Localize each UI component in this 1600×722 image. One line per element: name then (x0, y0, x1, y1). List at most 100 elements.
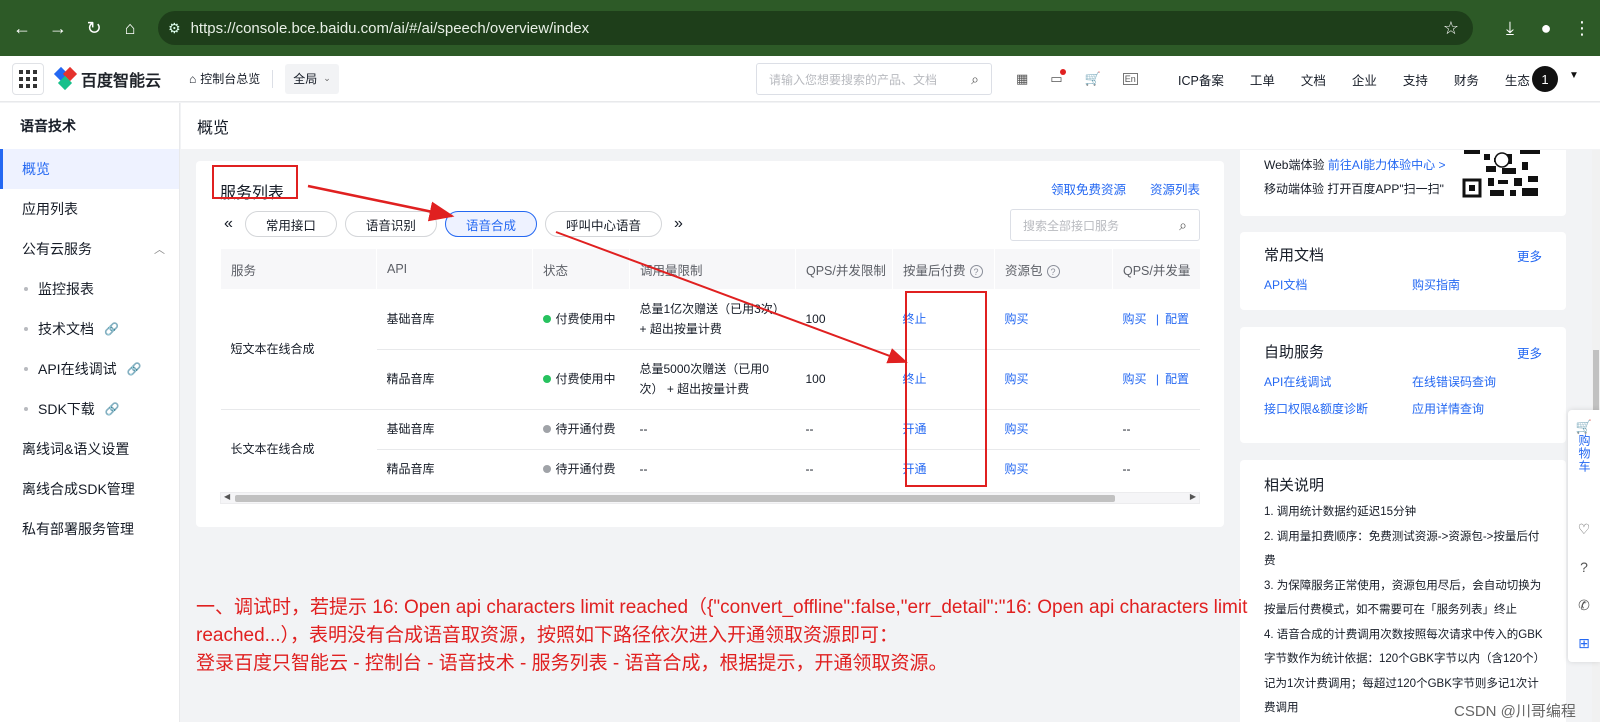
site-info-icon[interactable]: ⚙ (168, 20, 181, 37)
sidebar-item-tech-docs[interactable]: 技术文档 🔗 (0, 309, 179, 349)
menu-ecosystem[interactable]: 生态 (1505, 70, 1530, 89)
message-icon[interactable]: ▭ (1050, 69, 1066, 87)
api-name: 基础音库 (376, 289, 533, 350)
permission-diagnosis-link[interactable]: 接口权限&额度诊断 (1264, 400, 1368, 417)
app-detail-query-link[interactable]: 应用详情查询 (1412, 400, 1484, 417)
double-chevron-right-icon[interactable]: » (670, 215, 687, 233)
sidebar-item-sdk-download[interactable]: SDK下载 🔗 (0, 389, 179, 429)
console-home-link[interactable]: ⌂ 控制台总览 (189, 70, 260, 87)
console-top-nav: 百度智能云 ⌂ 控制台总览 全局 ⌄ 请输入您想要搜索的产品、文档 ⌕ ▦ ▭ … (0, 56, 1600, 102)
floating-cart-label: 购物车 (1577, 434, 1591, 473)
heart-icon[interactable]: ♡ (1568, 510, 1600, 548)
claim-free-resource-link[interactable]: 领取免费资源 (1051, 179, 1126, 198)
back-icon[interactable]: ← (4, 10, 40, 46)
status-label: 付费使用中 (555, 372, 616, 386)
sidebar-item-private-deploy[interactable]: 私有部署服务管理 (0, 509, 179, 549)
profile-icon[interactable]: ● (1528, 10, 1564, 46)
menu-ticket[interactable]: 工单 (1250, 70, 1275, 89)
region-select[interactable]: 全局 ⌄ (285, 63, 339, 94)
tab-speech-synthesis[interactable]: 语音合成 (444, 211, 537, 237)
divider (272, 69, 274, 88)
avatar[interactable]: 1 (1532, 66, 1558, 92)
apps-icon[interactable]: ⊞ (1568, 624, 1600, 662)
language-icon[interactable]: En (1122, 73, 1138, 85)
floating-toolbar: 🛒 购物车 ♡ ? ✆ ⊞ (1568, 410, 1600, 662)
purchase-guide-link[interactable]: 购买指南 (1412, 276, 1460, 293)
bookmark-star-icon[interactable]: ☆ (1443, 18, 1459, 39)
search-icon[interactable]: ⌕ (1179, 217, 1187, 234)
configure-qps-link[interactable]: 配置 (1165, 312, 1189, 326)
sidebar-group-label: 公有云服务 (22, 241, 92, 257)
qps-buy-cell: -- (1112, 449, 1200, 489)
buy-package-link[interactable]: 购买 (1005, 462, 1029, 476)
home-icon[interactable]: ⌂ (112, 10, 148, 46)
scrollbar-thumb[interactable] (235, 495, 1115, 502)
buy-package-link[interactable]: 购买 (1005, 422, 1029, 436)
sidebar-item-offline-sdk[interactable]: 离线合成SDK管理 (0, 469, 179, 509)
cart-icon[interactable]: 🛒 (1085, 71, 1101, 87)
buy-package-link[interactable]: 购买 (1005, 372, 1029, 386)
qps-cell: 100 (795, 349, 893, 410)
package-cell: 购买 (994, 409, 1113, 450)
annotation-box-title (212, 165, 298, 199)
products-grid-icon[interactable] (12, 62, 44, 95)
buy-qps-link[interactable]: 购买 (1123, 372, 1147, 386)
annotation-box-postpaid (905, 291, 987, 487)
menu-enterprise[interactable]: 企业 (1352, 70, 1377, 89)
global-search-input[interactable]: 请输入您想要搜索的产品、文档 ⌕ (756, 63, 992, 95)
status-dot (542, 465, 551, 473)
col-service: 服务 (220, 249, 377, 289)
download-icon[interactable]: ⤓ (1492, 10, 1528, 46)
limit-cell: -- (629, 409, 796, 450)
status-cell: 付费使用中 (532, 349, 630, 410)
scroll-right-icon[interactable]: ▶ (1190, 492, 1196, 501)
buy-qps-link[interactable]: 购买 (1123, 312, 1147, 326)
menu-icp[interactable]: ICP备案 (1178, 70, 1224, 89)
notes-list: 1. 调用统计数据约延迟15分钟 2. 调用量扣费顺序：免费测试资源->资源包-… (1264, 500, 1550, 721)
sidebar-sub-label: 技术文档 (38, 321, 94, 337)
menu-finance[interactable]: 财务 (1454, 70, 1479, 89)
col-qps-buy: QPS/并发量 (1112, 249, 1200, 289)
phone-icon[interactable]: ✆ (1568, 586, 1600, 624)
api-online-debug-link[interactable]: API在线调试 (1264, 373, 1331, 390)
col-package-label: 资源包 (1005, 263, 1043, 278)
floating-cart-button[interactable]: 🛒 购物车 (1568, 410, 1600, 510)
browser-menu-icon[interactable]: ⋮ (1564, 10, 1600, 46)
package-cell: 购买 (994, 289, 1113, 350)
forward-icon[interactable]: → (40, 10, 76, 46)
sidebar-item-monitor[interactable]: 监控报表 (0, 269, 179, 309)
sidebar-item-overview[interactable]: 概览 (0, 149, 179, 189)
sidebar-item-offline-words[interactable]: 离线词&语义设置 (0, 429, 179, 469)
logo-text: 百度智能云 (81, 72, 162, 90)
service-search-input[interactable]: 搜索全部接口服务 ⌕ (1010, 209, 1200, 241)
help-icon[interactable]: ? (969, 265, 983, 278)
api-docs-link[interactable]: API文档 (1264, 276, 1307, 293)
scroll-left-icon[interactable]: ◀ (224, 492, 230, 501)
sidebar-group-public-cloud[interactable]: 公有云服务 ︿ (0, 229, 179, 269)
ai-experience-center-link[interactable]: 前往AI能力体验中心 > (1328, 158, 1446, 172)
search-icon[interactable]: ⌕ (971, 71, 979, 88)
sidebar-item-api-debug[interactable]: API在线调试 🔗 (0, 349, 179, 389)
tab-call-center[interactable]: 呼叫中心语音 (544, 211, 662, 237)
qr-code-icon[interactable]: ▦ (1016, 71, 1028, 87)
caret-down-icon[interactable]: ▼ (1569, 70, 1579, 81)
baidu-cloud-logo[interactable]: 百度智能云 (53, 66, 162, 91)
address-bar[interactable]: ⚙ https://console.bce.baidu.com/ai/#/ai/… (158, 11, 1473, 45)
menu-docs[interactable]: 文档 (1301, 70, 1326, 89)
reload-icon[interactable]: ↻ (76, 10, 112, 46)
tab-common-api[interactable]: 常用接口 (244, 211, 337, 237)
table-horizontal-scrollbar[interactable]: ◀ ▶ (220, 492, 1200, 504)
help-circle-icon[interactable]: ? (1568, 548, 1600, 586)
error-code-query-link[interactable]: 在线错误码查询 (1412, 373, 1496, 390)
tab-speech-recognition[interactable]: 语音识别 (344, 211, 437, 237)
menu-support[interactable]: 支持 (1403, 70, 1428, 89)
resource-list-link[interactable]: 资源列表 (1150, 179, 1200, 198)
help-icon[interactable]: ? (1046, 265, 1060, 278)
watermark: CSDN @川哥编程 (1454, 703, 1576, 720)
docs-more-link[interactable]: 更多 (1517, 246, 1542, 265)
configure-qps-link[interactable]: 配置 (1165, 372, 1189, 386)
sidebar-item-app-list[interactable]: 应用列表 (0, 189, 179, 229)
double-chevron-left-icon[interactable]: « (220, 215, 237, 233)
self-service-more-link[interactable]: 更多 (1517, 343, 1542, 362)
buy-package-link[interactable]: 购买 (1005, 312, 1029, 326)
